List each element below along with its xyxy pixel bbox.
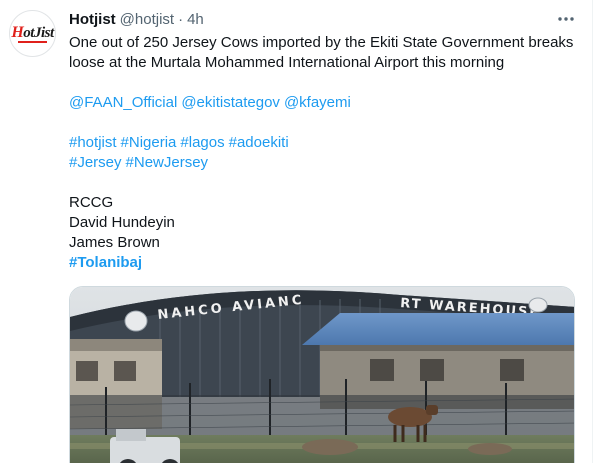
mention-link[interactable]: @FAAN_Official	[69, 94, 177, 111]
right-gutter	[593, 0, 607, 463]
mention-link[interactable]: @ekitistategov	[181, 94, 280, 111]
logo-underline	[18, 41, 47, 43]
hashtag-link[interactable]: #hotjist	[69, 134, 117, 151]
airport-cow-photo: NAHCO AVIANC RT WAREHOUSE	[70, 287, 574, 463]
hashtag-link[interactable]: #NewJersey	[126, 154, 209, 171]
mention-link[interactable]: @kfayemi	[284, 94, 351, 111]
tweet-text-line: One out of 250 Jersey Cows imported by t…	[69, 34, 574, 51]
more-options-button[interactable]	[552, 8, 580, 30]
tweet-timestamp[interactable]: 4h	[187, 11, 204, 28]
hotjist-logo: HotJist	[11, 23, 54, 41]
avatar[interactable]: HotJist	[9, 10, 56, 57]
user-handle[interactable]: @hotjist	[120, 11, 174, 28]
trend-text: James Brown	[69, 234, 160, 251]
hashtags-line: #hotjist #Nigeria #lagos #adoekiti	[69, 133, 579, 153]
separator-dot: ·	[178, 10, 184, 28]
hashtag-link[interactable]: #lagos	[180, 134, 224, 151]
more-horizontal-icon	[558, 17, 574, 21]
trend-text: David Hundeyin	[69, 214, 175, 231]
hashtag-link[interactable]: #Jersey	[69, 154, 122, 171]
mentions-line: @FAAN_Official @ekitistategov @kfayemi	[69, 93, 579, 113]
tweet-text-line: loose at the Murtala Mohammed Internatio…	[69, 54, 505, 71]
trend-text: RCCG	[69, 194, 114, 211]
bold-hashtag-line: #Tolanibaj	[69, 253, 579, 273]
tweet-header: Hotjist @hotjist · 4h	[69, 9, 204, 29]
hashtag-link[interactable]: #adoekiti	[229, 134, 289, 151]
hashtag-link[interactable]: #Tolanibaj	[69, 254, 142, 271]
display-name[interactable]: Hotjist	[69, 11, 116, 28]
tweet-card[interactable]: HotJist Hotjist @hotjist · 4h One out of…	[0, 0, 593, 463]
hashtags-line: #Jersey #NewJersey	[69, 153, 579, 173]
tweet-media-image[interactable]: NAHCO AVIANC RT WAREHOUSE	[69, 286, 575, 463]
hashtag-link[interactable]: #Nigeria	[121, 134, 177, 151]
